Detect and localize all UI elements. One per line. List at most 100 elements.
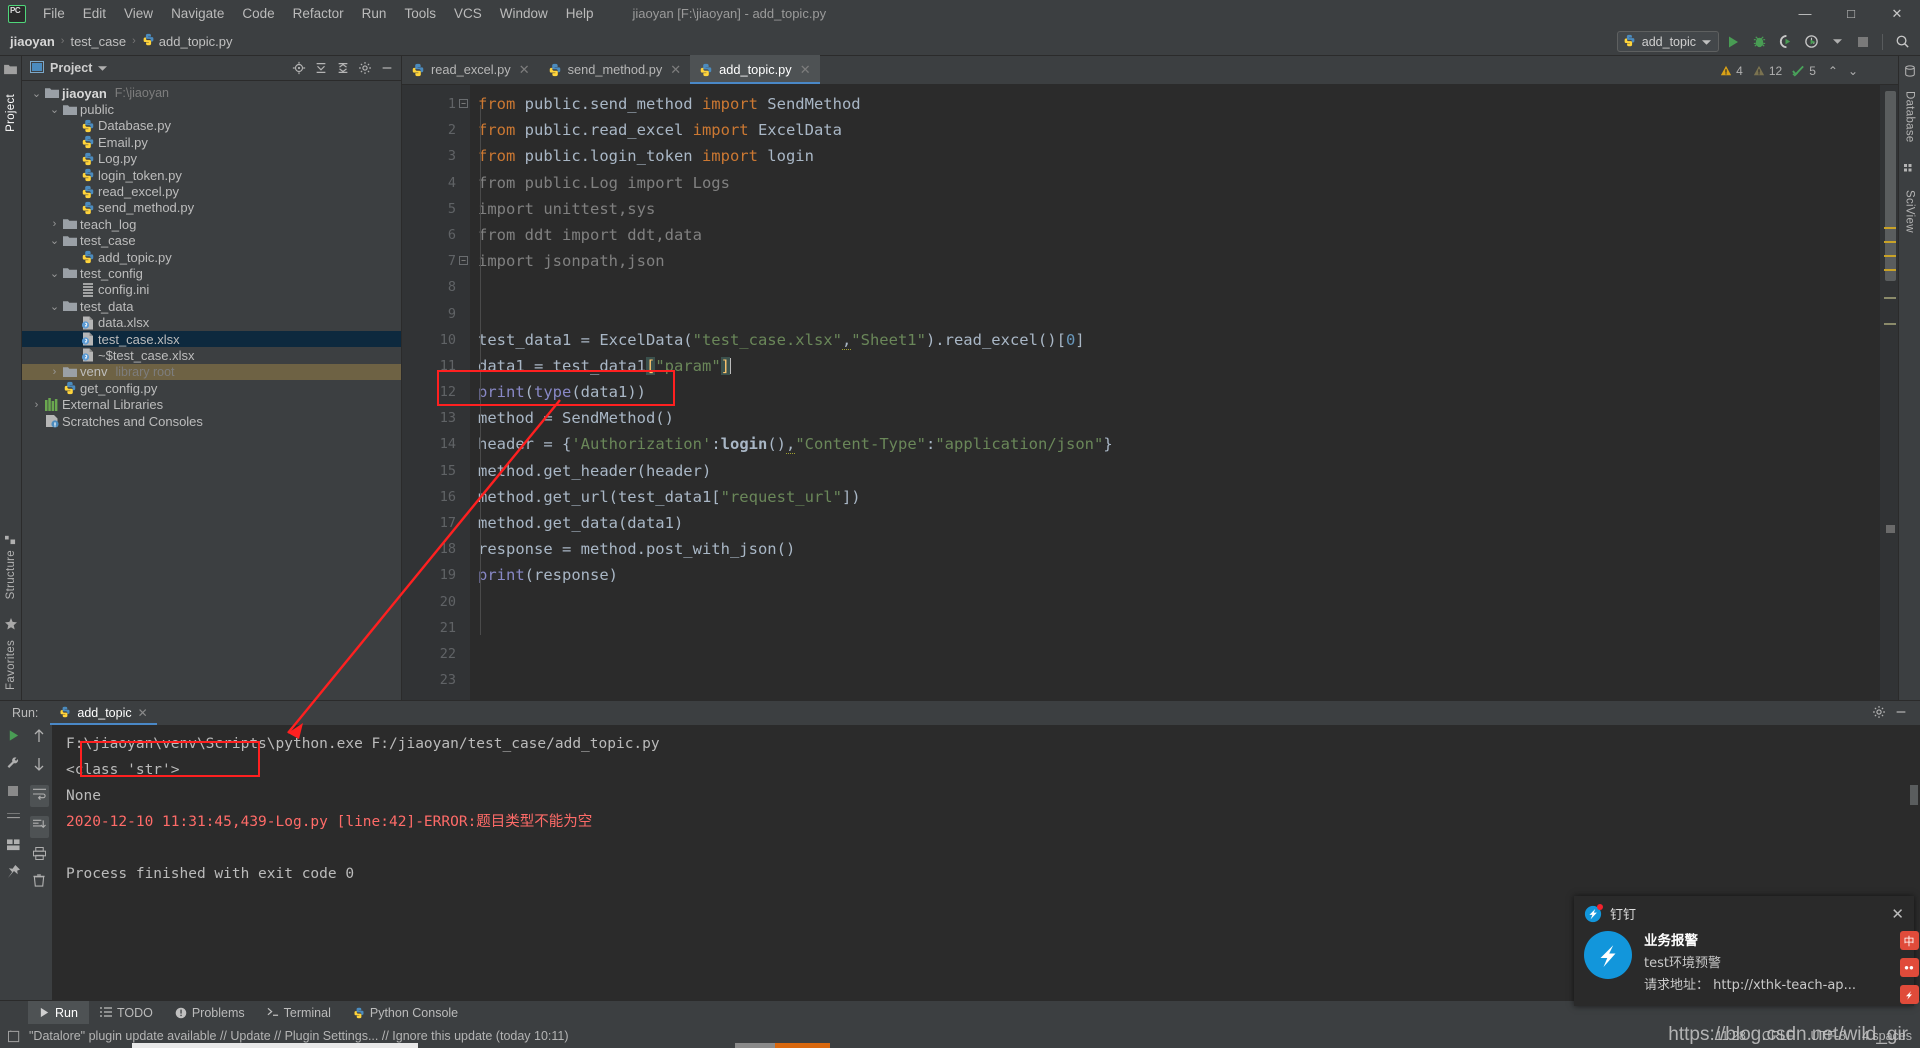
code-line[interactable]: method.get_data(data1)	[478, 510, 1880, 536]
code-line[interactable]: header = {'Authorization':login(),"Conte…	[478, 431, 1880, 457]
soft-wrap-icon[interactable]	[29, 785, 49, 807]
menu-run[interactable]: Run	[353, 2, 396, 25]
tree-item-external-libraries[interactable]: › External Libraries	[22, 396, 401, 412]
layout-icon[interactable]	[6, 811, 20, 829]
gutter-line-number[interactable]: 14	[402, 431, 470, 457]
tool-window-button-python-console[interactable]: Python Console	[342, 1001, 469, 1025]
gutter-line-number[interactable]: 21	[402, 615, 470, 641]
tree-item-email-py[interactable]: Email.py	[22, 134, 401, 150]
gutter-line-number[interactable]: 20	[402, 589, 470, 615]
code-line[interactable]: from public.read_excel import ExcelData	[478, 117, 1880, 143]
tree-item-database-py[interactable]: Database.py	[22, 118, 401, 134]
code-line[interactable]: print(type(data1))	[478, 379, 1880, 405]
breadcrumb-item-folder[interactable]: test_case	[70, 34, 126, 49]
close-icon[interactable]: ✕	[138, 706, 148, 720]
chevron-down-icon[interactable]	[1825, 30, 1849, 54]
code-content[interactable]: from public.send_method import SendMetho…	[470, 85, 1880, 700]
locate-icon[interactable]	[289, 58, 309, 78]
editor-tab-add-topic-py[interactable]: add_topic.py ✕	[690, 55, 821, 84]
folder-icon[interactable]	[4, 62, 17, 80]
stop-button[interactable]	[1851, 30, 1875, 54]
tree-item-send-method-py[interactable]: send_method.py	[22, 200, 401, 216]
dingtalk-notification[interactable]: 钉钉 ✕ 业务报警 test环境预警 请求地址： http://xthk-tea…	[1574, 896, 1914, 1006]
gutter-line-number[interactable]: 23	[402, 667, 470, 693]
code-line[interactable]: print(response)	[478, 562, 1880, 588]
code-line[interactable]	[478, 667, 1880, 693]
tool-window-button-problems[interactable]: Problems	[164, 1001, 256, 1025]
code-line[interactable]	[478, 641, 1880, 667]
code-line[interactable]: data1 = test_data1["param"]	[478, 353, 1880, 379]
tree-item-scratches-and-consoles[interactable]: Scratches and Consoles	[22, 413, 401, 429]
code-line[interactable]: from public.login_token import login	[478, 143, 1880, 169]
scroll-down-icon[interactable]	[33, 757, 45, 776]
tree-item-read-excel-py[interactable]: read_excel.py	[22, 183, 401, 199]
breadcrumb-item-project[interactable]: jiaoyan	[10, 34, 55, 49]
gutter-line-number[interactable]: 17	[402, 510, 470, 536]
code-line[interactable]: from public.Log import Logs	[478, 170, 1880, 196]
chevron-down-icon[interactable]: ⌄	[48, 234, 61, 247]
menu-code[interactable]: Code	[233, 2, 283, 25]
tree-item-jiaoyan[interactable]: ⌄ jiaoyan F:\jiaoyan	[22, 85, 401, 101]
sidebar-tab-favorites[interactable]: Favorites	[4, 617, 17, 690]
pin-icon[interactable]	[7, 865, 20, 883]
print-icon[interactable]	[32, 846, 46, 865]
gutter-line-number[interactable]: 6	[402, 222, 470, 248]
editor-gutter[interactable]: 1−2 3 4 5 6 7−8 9 10 11 12 13 14 15 16 17 18 19 20 21 22 23	[402, 85, 470, 700]
clear-all-icon[interactable]	[33, 874, 45, 892]
code-line[interactable]	[478, 301, 1880, 327]
tree-item--test-case-xlsx[interactable]: ~$test_case.xlsx	[22, 347, 401, 363]
gutter-line-number[interactable]: 12	[402, 379, 470, 405]
run-tab-add-topic[interactable]: add_topic ✕	[50, 701, 157, 725]
gutter-line-number[interactable]: 8	[402, 274, 470, 300]
search-icon[interactable]	[1890, 30, 1914, 54]
gutter-line-number[interactable]: 13	[402, 405, 470, 431]
gutter-line-number[interactable]: 7−	[402, 248, 470, 274]
sidebar-tab-sciview[interactable]: SciView	[1903, 163, 1916, 232]
run-button[interactable]	[1721, 30, 1745, 54]
console-scrollbar[interactable]	[1910, 785, 1918, 805]
ime-chinese-icon[interactable]: 中	[1899, 931, 1919, 950]
editor-scrollbar-thumb[interactable]	[1885, 91, 1896, 281]
rerun-icon[interactable]	[7, 729, 20, 747]
gutter-line-number[interactable]: 22	[402, 641, 470, 667]
scroll-to-end-icon[interactable]	[29, 816, 49, 838]
expand-all-icon[interactable]	[311, 58, 331, 78]
collapse-all-icon[interactable]	[333, 58, 353, 78]
chevron-down-icon[interactable]: ⌄	[48, 267, 61, 280]
sidebar-tab-structure[interactable]: Structure	[2, 534, 20, 599]
chevron-right-icon[interactable]: ›	[48, 366, 61, 378]
chevron-down-icon[interactable]: ⌄	[48, 103, 61, 116]
gear-icon[interactable]	[1872, 705, 1886, 722]
prev-problem-icon[interactable]: ⌃	[1828, 64, 1838, 78]
code-line[interactable]	[478, 274, 1880, 300]
menu-view[interactable]: View	[115, 2, 162, 25]
tree-item-public[interactable]: ⌄ public	[22, 101, 401, 117]
tree-item-test-case-xlsx[interactable]: test_case.xlsx	[22, 330, 401, 348]
close-button[interactable]: ✕	[1874, 0, 1920, 27]
hide-panel-icon[interactable]	[1894, 705, 1908, 722]
scroll-up-icon[interactable]	[33, 729, 45, 748]
profile-button[interactable]	[1799, 30, 1823, 54]
sidebar-tab-project[interactable]: Project	[5, 94, 17, 132]
tree-item-test-case[interactable]: ⌄ test_case	[22, 233, 401, 249]
code-line[interactable]: import unittest,sys	[478, 196, 1880, 222]
code-line[interactable]	[478, 589, 1880, 615]
chevron-down-icon[interactable]: ⌄	[48, 300, 61, 313]
tree-item-config-ini[interactable]: config.ini	[22, 282, 401, 298]
tool-window-button-terminal[interactable]: Terminal	[256, 1001, 342, 1025]
project-tree[interactable]: ⌄ jiaoyan F:\jiaoyan ⌄ public Database.py Emai…	[22, 81, 401, 700]
gutter-line-number[interactable]: 18	[402, 536, 470, 562]
menu-help[interactable]: Help	[557, 2, 603, 25]
editor-tab-send-method-py[interactable]: send_method.py ✕	[539, 55, 691, 84]
breadcrumb-item-file[interactable]: add_topic.py	[159, 34, 233, 49]
tree-item-test-config[interactable]: ⌄ test_config	[22, 265, 401, 281]
hide-panel-icon[interactable]	[377, 58, 397, 78]
maximize-button[interactable]: □	[1828, 0, 1874, 27]
gutter-line-number[interactable]: 1−	[402, 91, 470, 117]
tool-window-button-run[interactable]: Run	[28, 1000, 89, 1025]
status-message[interactable]: "Datalore" plugin update available // Up…	[29, 1029, 569, 1043]
gutter-line-number[interactable]: 19	[402, 562, 470, 588]
code-line[interactable]: method.get_header(header)	[478, 458, 1880, 484]
gutter-line-number[interactable]: 4	[402, 170, 470, 196]
menu-refactor[interactable]: Refactor	[284, 2, 353, 25]
